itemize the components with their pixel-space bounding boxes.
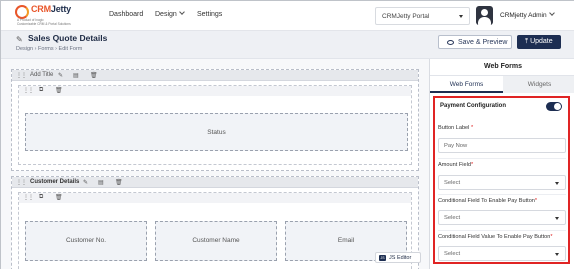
button-label-input[interactable]: Pay Now (438, 138, 566, 153)
user-menu[interactable]: CRMjetty Admin (500, 10, 555, 19)
js-editor-button[interactable]: JS JS Editor (375, 252, 421, 263)
form-row[interactable]: ⋮⋮ ⧉ 🗑 Customer No. Customer Name Email (18, 192, 412, 269)
payment-toggle[interactable] (546, 102, 562, 111)
breadcrumb-separator: › (55, 46, 57, 52)
drag-handle-icon[interactable]: ⋮⋮ (23, 87, 34, 94)
row-header: ⋮⋮ ⧉ 🗑 (19, 193, 411, 203)
field-customer-name[interactable]: Customer Name (155, 221, 277, 261)
js-icon: JS (379, 255, 386, 261)
dropdown-caret-icon (555, 217, 559, 220)
nav-settings[interactable]: Settings (197, 11, 222, 18)
crmjetty-logo[interactable]: CRMJetty A Product of Inogic Customizable… (15, 4, 77, 28)
save-preview-button[interactable]: Save & Preview (438, 35, 512, 49)
portal-select-value: CRMJetty Portal (382, 13, 430, 20)
logo-tagline: A Product of Inogic Customizable CRM & Po… (17, 18, 71, 26)
logo-brand: CRMJetty (31, 4, 71, 14)
page-title: Sales Quote Details (28, 33, 108, 43)
field-customer-no[interactable]: Customer No. (25, 221, 147, 261)
conditional-field-select[interactable]: Select (438, 210, 566, 225)
drag-handle-icon[interactable]: ⋮⋮ (16, 72, 27, 79)
copy-icon[interactable]: ⧉ (39, 87, 43, 94)
dropdown-caret-icon (459, 15, 463, 18)
pencil-icon[interactable]: ✎ (58, 72, 63, 79)
panel-title: Web Forms (430, 59, 574, 76)
trash-icon[interactable]: 🗑 (55, 87, 63, 94)
conditional-field-label: Conditional Field To Enable Pay Button* (438, 198, 538, 204)
conditional-value-select[interactable]: Select (438, 246, 566, 261)
button-label-label: Button Label * (438, 125, 474, 131)
trash-icon[interactable]: 🗑 (55, 194, 63, 201)
dropdown-caret-icon (555, 182, 559, 185)
payment-configuration-card: Payment Configuration Button Label * Pay… (433, 96, 570, 264)
breadcrumb: Design › Forms › Edit Form (16, 46, 82, 52)
form-section[interactable]: ⋮⋮ Add Title ✎ ▤ 🗑 ⋮⋮ ⧉ 🗑 Status (11, 69, 419, 171)
amount-field-label: Amount Field* (438, 162, 474, 168)
layout-icon[interactable]: ▤ (98, 179, 104, 186)
nav-dashboard[interactable]: Dashboard (109, 11, 143, 18)
pencil-icon[interactable]: ✎ (16, 35, 23, 44)
divider (438, 194, 566, 195)
amount-field-select[interactable]: Select (438, 175, 566, 190)
section-title: Add Title (30, 72, 54, 78)
form-row[interactable]: ⋮⋮ ⧉ 🗑 Status (18, 85, 412, 165)
section-title: Customer Details (30, 179, 80, 185)
breadcrumb-edit-form: Edit Form (58, 46, 83, 52)
tab-web-forms[interactable]: Web Forms (430, 76, 503, 93)
section-header: ⋮⋮ Customer Details ✎ ▤ 🗑 (12, 177, 418, 188)
logo-mark-icon (15, 5, 29, 19)
nav-design[interactable]: Design (155, 9, 185, 18)
divider (438, 230, 566, 231)
tab-widgets[interactable]: Widgets (503, 76, 574, 93)
upload-icon: ⤒ (525, 38, 529, 45)
drag-handle-icon[interactable]: ⋮⋮ (16, 179, 27, 186)
trash-icon[interactable]: 🗑 (115, 179, 123, 186)
form-section[interactable]: ⋮⋮ Customer Details ✎ ▤ 🗑 ⋮⋮ ⧉ 🗑 Custome… (11, 176, 419, 269)
pencil-icon[interactable]: ✎ (83, 179, 88, 186)
avatar[interactable] (476, 6, 493, 25)
field-status[interactable]: Status (25, 113, 408, 151)
trash-icon[interactable]: 🗑 (90, 72, 98, 79)
row-header: ⋮⋮ ⧉ 🗑 (19, 86, 411, 96)
breadcrumb-forms[interactable]: Forms (38, 46, 54, 52)
portal-select[interactable]: CRMJetty Portal (375, 7, 470, 25)
chevron-down-icon (548, 10, 555, 16)
update-button[interactable]: ⤒ Update (517, 35, 561, 49)
payment-configuration-title: Payment Configuration (440, 103, 507, 109)
eye-icon (447, 40, 454, 45)
chevron-down-icon (178, 9, 185, 15)
section-header: ⋮⋮ Add Title ✎ ▤ 🗑 (12, 70, 418, 81)
breadcrumb-separator: › (34, 46, 37, 52)
breadcrumb-design[interactable]: Design (16, 46, 33, 52)
copy-icon[interactable]: ⧉ (39, 194, 43, 201)
dropdown-caret-icon (555, 253, 559, 256)
layout-icon[interactable]: ▤ (73, 72, 79, 79)
drag-handle-icon[interactable]: ⋮⋮ (23, 194, 34, 201)
conditional-value-label: Conditional Field Value To Enable Pay Bu… (438, 234, 553, 240)
form-canvas: ⋮⋮ Add Title ✎ ▤ 🗑 ⋮⋮ ⧉ 🗑 Status ⋮⋮ Cust… (1, 59, 429, 269)
divider (438, 158, 566, 159)
